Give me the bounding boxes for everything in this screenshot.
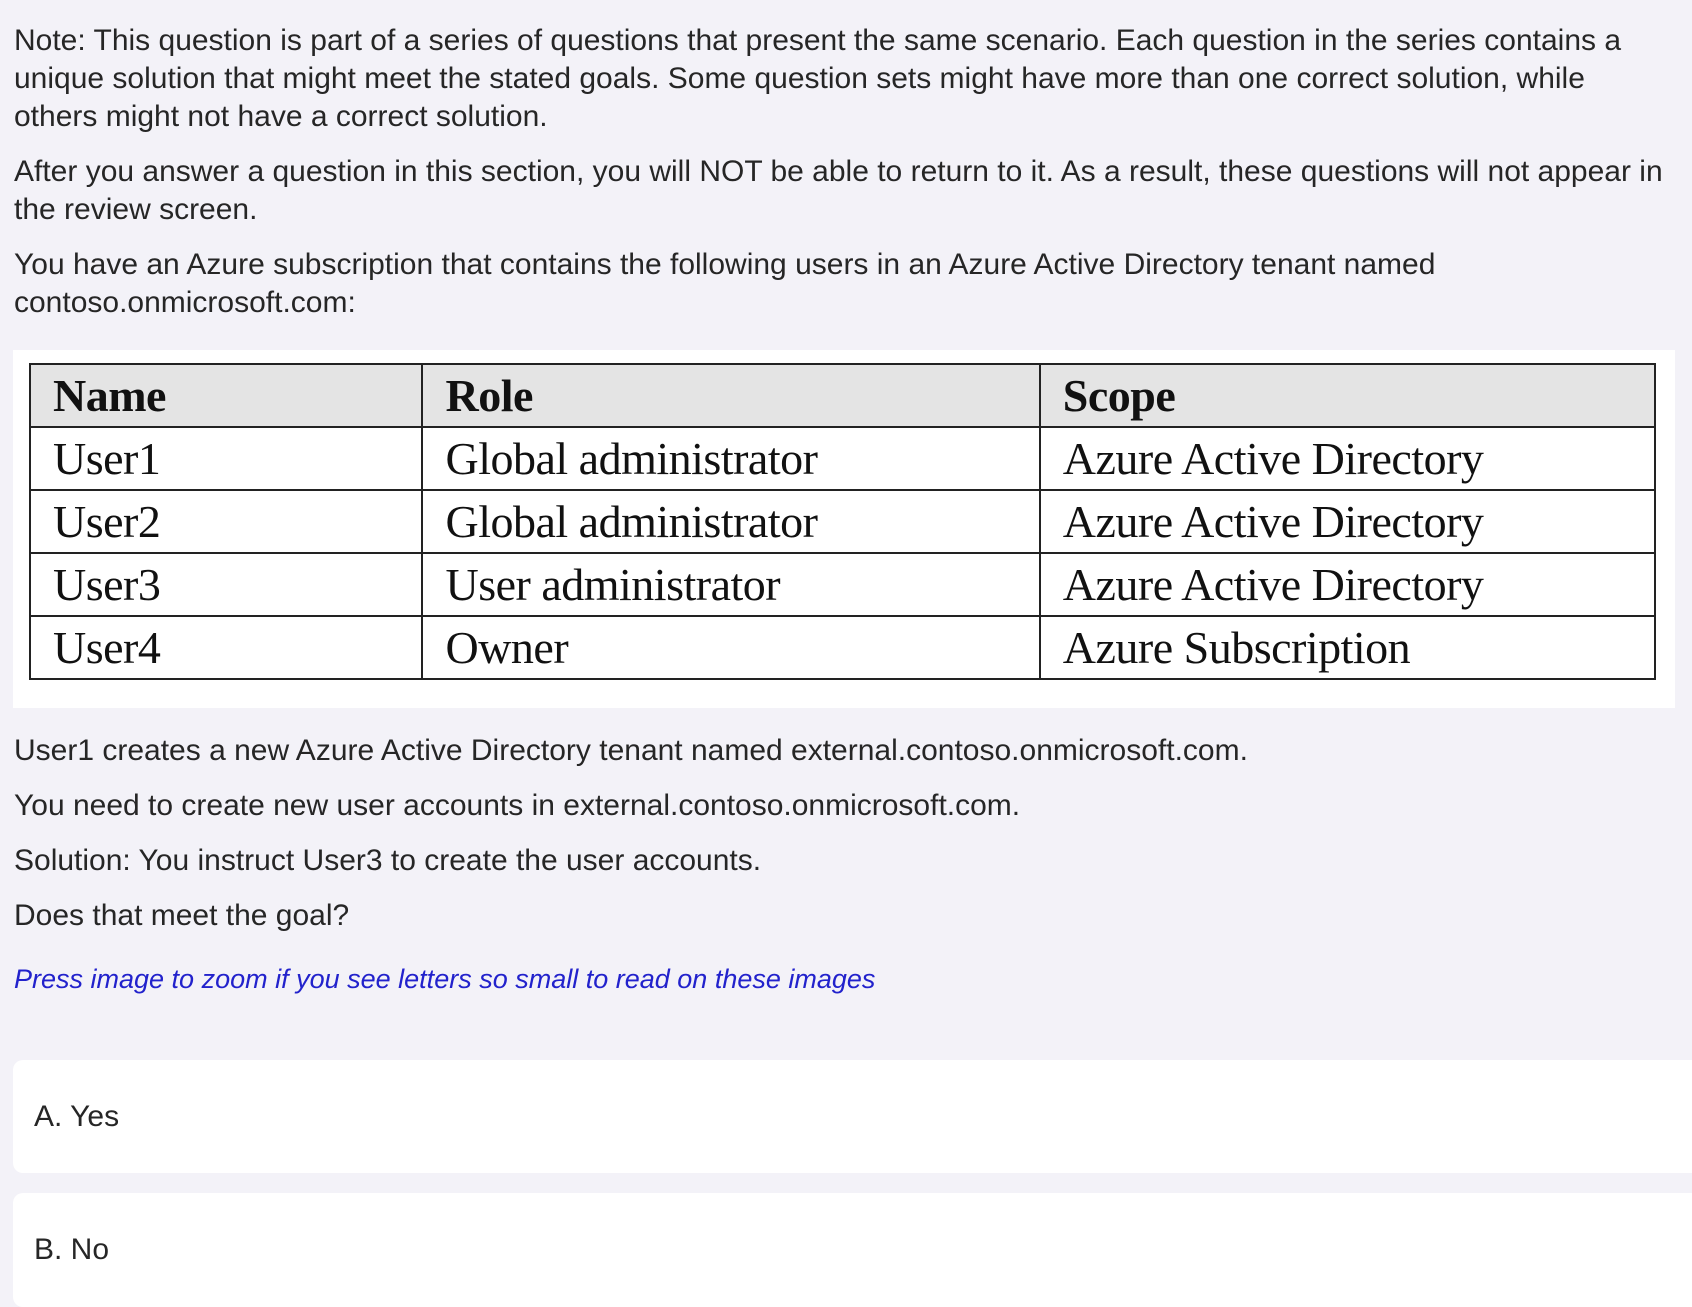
table-header-row: Name Role Scope xyxy=(28,363,1657,428)
solution-text: Solution: You instruct User3 to create t… xyxy=(14,844,762,877)
scenario-paragraph: You have an Azure subscription that cont… xyxy=(14,248,1436,319)
header-name: Name xyxy=(28,363,424,428)
requirement-text: You need to create new user accounts in … xyxy=(14,789,1021,822)
answer-option-no[interactable]: B. No xyxy=(13,1193,1692,1307)
question-intro: Note: This question is part of a series … xyxy=(14,22,1674,339)
table-row: User2 Global administrator Azure Active … xyxy=(28,489,1657,554)
cell-scope: Azure Active Directory xyxy=(1038,552,1657,617)
cell-name: User4 xyxy=(28,615,424,680)
note-paragraph: Note: This question is part of a series … xyxy=(14,24,1622,133)
cell-name: User1 xyxy=(28,426,424,491)
cell-role: Global administrator xyxy=(421,426,1041,491)
users-table-image[interactable]: Name Role Scope User1 Global administrat… xyxy=(13,350,1675,708)
zoom-hint: Press image to zoom if you see letters s… xyxy=(14,964,876,994)
question-prompt: Does that meet the goal? xyxy=(14,899,350,932)
cell-role: Owner xyxy=(421,615,1041,680)
warning-paragraph: After you answer a question in this sect… xyxy=(14,155,1663,226)
option-label: B. No xyxy=(34,1233,110,1266)
question-details: User1 creates a new Azure Active Directo… xyxy=(14,732,1674,952)
cell-scope: Azure Active Directory xyxy=(1038,426,1657,491)
cell-role: Global administrator xyxy=(421,489,1041,554)
table-row: User4 Owner Azure Subscription xyxy=(28,615,1657,680)
cell-scope: Azure Subscription xyxy=(1038,615,1657,680)
header-scope: Scope xyxy=(1038,363,1657,428)
users-table: Name Role Scope User1 Global administrat… xyxy=(28,363,1657,680)
cell-name: User2 xyxy=(28,489,424,554)
table-row: User3 User administrator Azure Active Di… xyxy=(28,552,1657,617)
cell-role: User administrator xyxy=(421,552,1041,617)
answer-option-yes[interactable]: A. Yes xyxy=(13,1060,1692,1173)
header-role: Role xyxy=(421,363,1041,428)
cell-scope: Azure Active Directory xyxy=(1038,489,1657,554)
table-row: User1 Global administrator Azure Active … xyxy=(28,426,1657,491)
cell-name: User3 xyxy=(28,552,424,617)
tenant-creation-text: User1 creates a new Azure Active Directo… xyxy=(14,734,1248,767)
option-label: A. Yes xyxy=(34,1099,120,1133)
